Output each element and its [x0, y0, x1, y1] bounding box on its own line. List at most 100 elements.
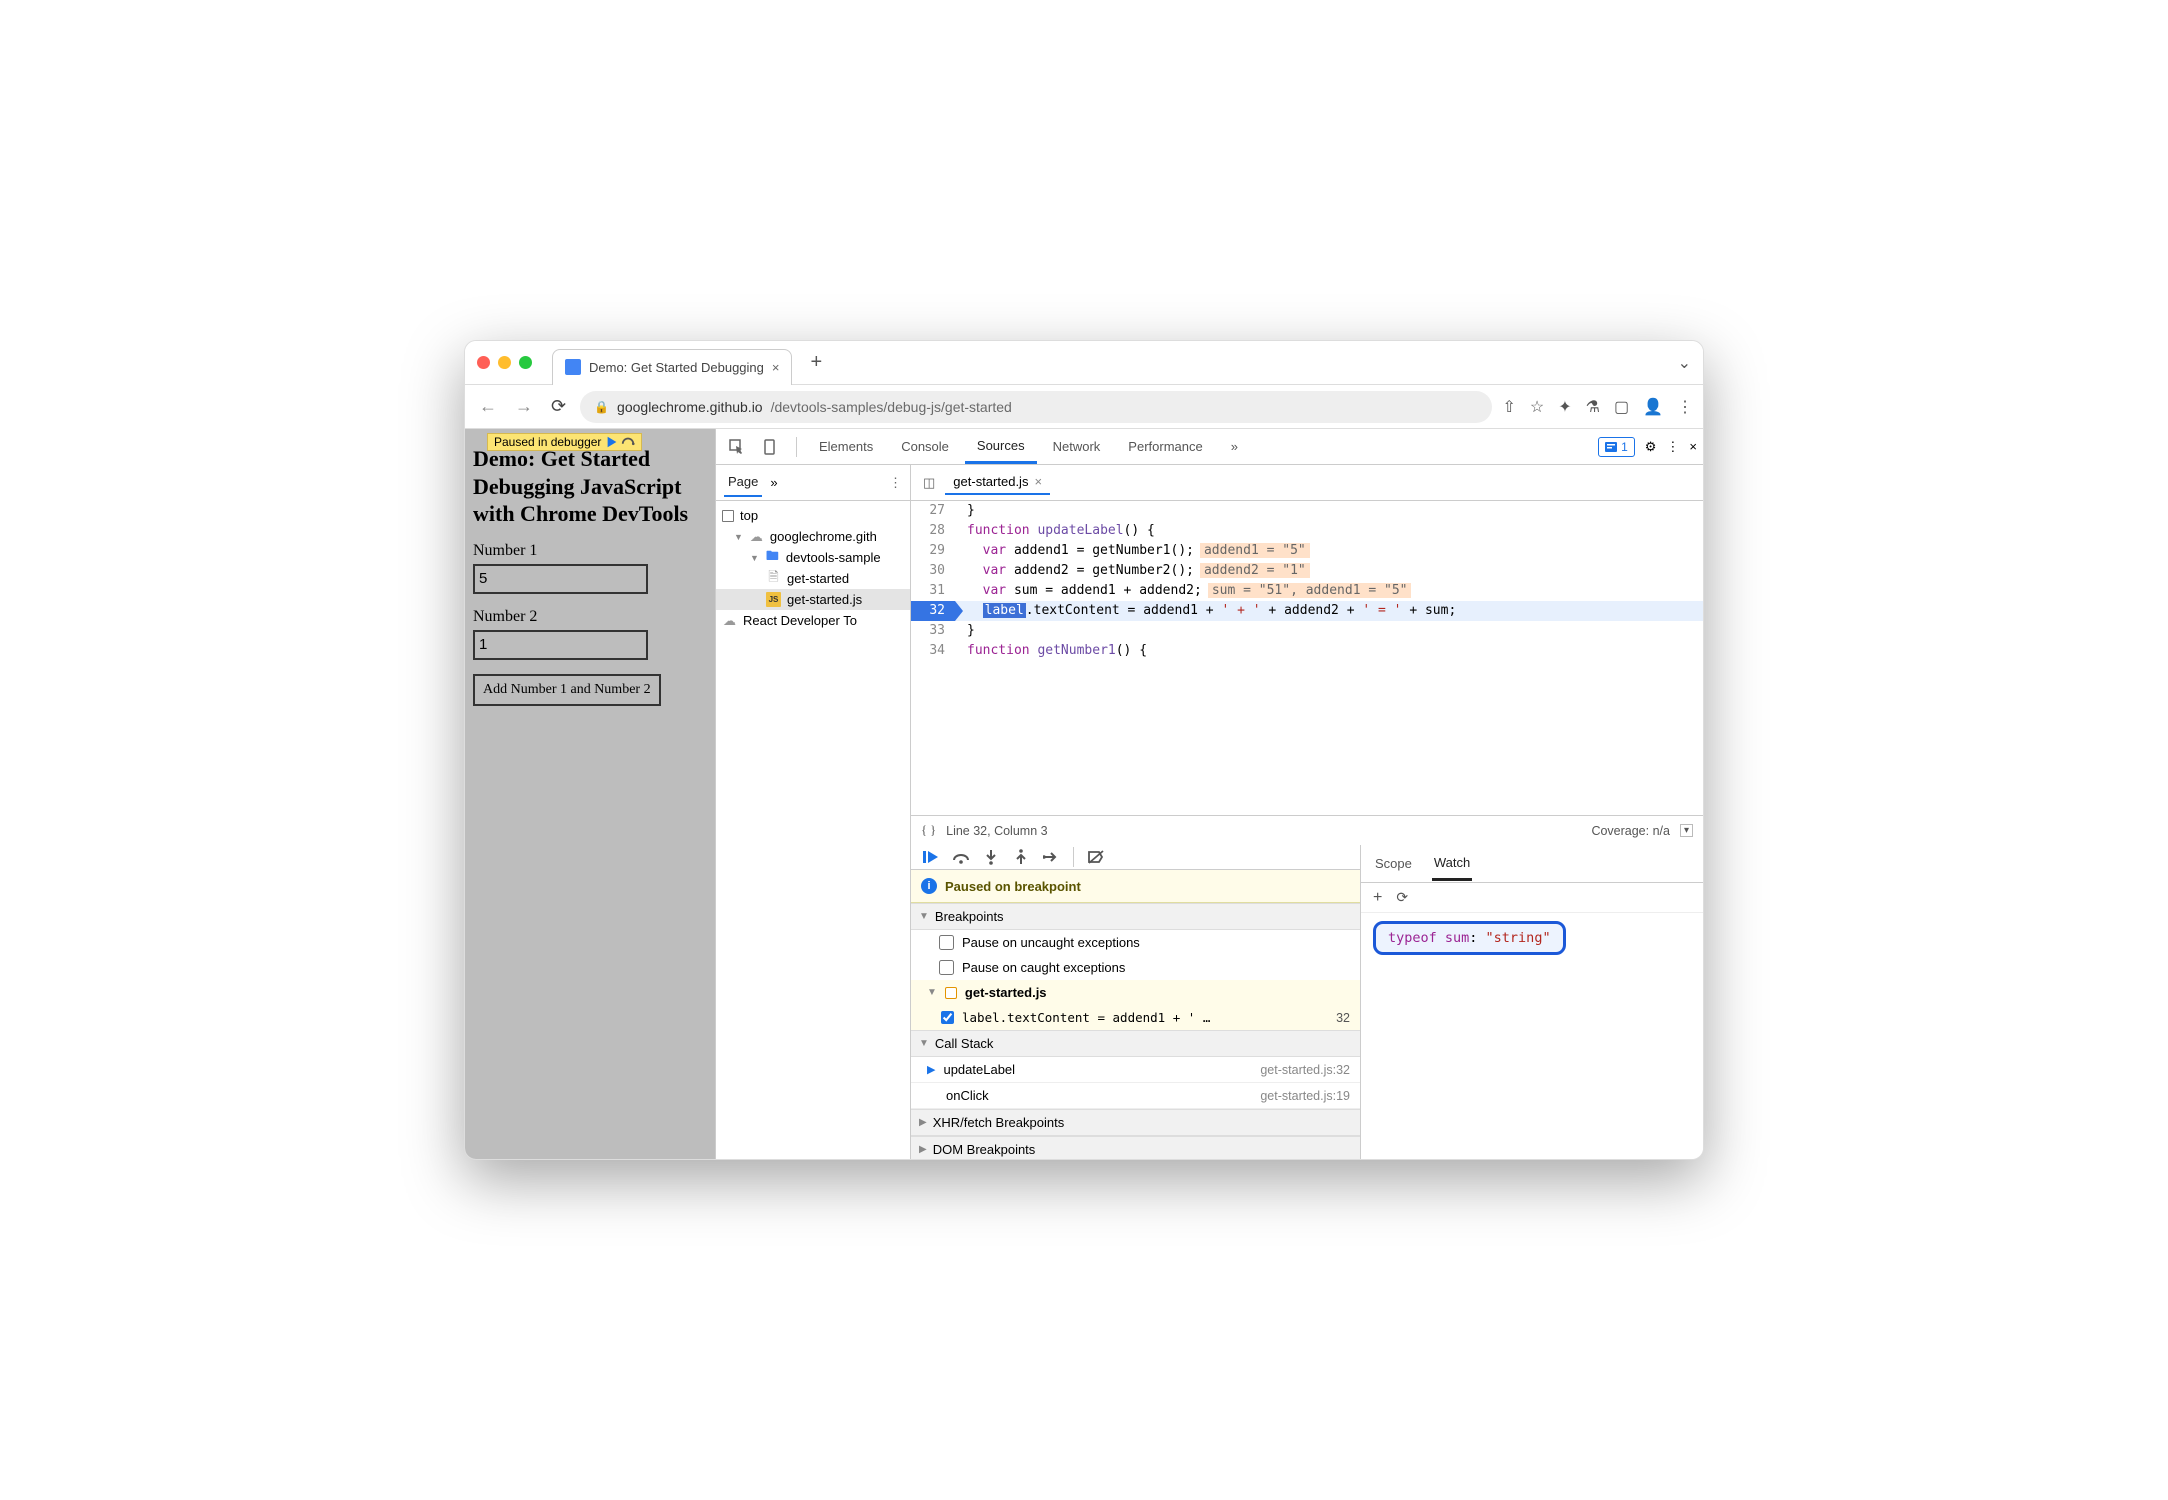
reload-button[interactable]: ⟳ — [547, 392, 570, 421]
watch-expressions: typeof sum: "string" — [1361, 913, 1703, 1159]
pretty-print-icon[interactable]: { } — [921, 823, 936, 838]
watch-pane: Scope Watch + ⟳ typeof sum: "string" — [1361, 845, 1703, 1159]
breakpoints-section[interactable]: ▼Breakpoints — [911, 903, 1360, 930]
callstack-frame-1[interactable]: onClickget-started.js:19 — [911, 1083, 1360, 1109]
dom-breakpoints-section[interactable]: ▶DOM Breakpoints — [911, 1136, 1360, 1159]
new-tab-button[interactable]: + — [800, 351, 832, 374]
watch-tab[interactable]: Watch — [1432, 847, 1472, 881]
twisty-icon: ▼ — [750, 553, 759, 563]
tree-folder[interactable]: ▼🖿devtools-sample — [716, 547, 910, 568]
minimize-window-icon[interactable] — [498, 356, 511, 369]
tree-file-html[interactable]: 🗎get-started — [716, 568, 910, 589]
kebab-menu-icon[interactable]: ⋮ — [1666, 439, 1679, 455]
info-icon: i — [921, 878, 937, 894]
browser-window: Demo: Get Started Debugging × + ⌄ ← → ⟳ … — [464, 340, 1704, 1160]
back-button[interactable]: ← — [475, 392, 501, 421]
url-host: googlechrome.github.io — [617, 399, 763, 415]
coverage-menu-icon[interactable]: ▾ — [1680, 824, 1693, 837]
number1-input[interactable] — [473, 564, 648, 594]
navigator-tab-page[interactable]: Page — [724, 468, 762, 497]
breakpoint-file[interactable]: ▼get-started.js — [911, 980, 1360, 1005]
inspect-icon[interactable] — [722, 432, 752, 462]
add-watch-icon[interactable]: + — [1373, 889, 1382, 907]
deactivate-breakpoints-button[interactable] — [1084, 845, 1108, 869]
number2-input[interactable] — [473, 630, 648, 660]
more-tabs-icon[interactable]: » — [1219, 431, 1250, 462]
forward-button[interactable]: → — [511, 392, 537, 421]
tab-sources[interactable]: Sources — [965, 430, 1037, 464]
close-window-icon[interactable] — [477, 356, 490, 369]
step-into-button[interactable] — [979, 845, 1003, 869]
callstack-section[interactable]: ▼Call Stack — [911, 1030, 1360, 1057]
debugger-pane: i Paused on breakpoint ▼Breakpoints Paus… — [911, 845, 1361, 1159]
editor-footer: { } Line 32, Column 3 Coverage: n/a ▾ — [911, 815, 1703, 845]
watch-expression[interactable]: typeof sum: "string" — [1373, 921, 1566, 955]
tab-console[interactable]: Console — [889, 431, 961, 462]
current-frame-icon: ▶ — [927, 1063, 935, 1076]
breakpoint-icon — [945, 987, 957, 999]
maximize-window-icon[interactable] — [519, 356, 532, 369]
share-icon[interactable]: ⇧ — [1502, 397, 1515, 417]
step-over-button[interactable] — [949, 845, 973, 869]
number2-label: Number 2 — [473, 608, 707, 626]
tabs-dropdown-icon[interactable]: ⌄ — [1678, 353, 1691, 373]
resume-icon[interactable] — [605, 435, 619, 449]
step-out-button[interactable] — [1009, 845, 1033, 869]
profile-icon[interactable]: 👤 — [1643, 397, 1663, 417]
url-input[interactable]: 🔒 googlechrome.github.io/devtools-sample… — [580, 391, 1492, 423]
folder-icon: 🖿 — [765, 550, 780, 565]
issues-badge[interactable]: 1 — [1598, 437, 1635, 457]
rendered-page: Paused in debugger Demo: Get Started Deb… — [465, 429, 715, 1159]
devtools-tabs: Elements Console Sources Network Perform… — [716, 429, 1703, 465]
tab-elements[interactable]: Elements — [807, 431, 885, 462]
device-icon[interactable] — [756, 432, 786, 462]
add-button[interactable]: Add Number 1 and Number 2 — [473, 674, 661, 706]
paused-badge-text: Paused in debugger — [494, 435, 601, 449]
editor-tab[interactable]: get-started.js × — [945, 470, 1050, 495]
breakpoint-line[interactable]: label.textContent = addend1 + ' …32 — [911, 1005, 1360, 1030]
labs-icon[interactable]: ⚗ — [1586, 397, 1600, 417]
toggle-navigator-icon[interactable]: ◫ — [917, 475, 941, 491]
tree-top[interactable]: top — [716, 505, 910, 526]
code-editor[interactable]: 27} 28function updateLabel() { 29 var ad… — [911, 501, 1703, 815]
cursor-position: Line 32, Column 3 — [946, 824, 1047, 838]
tab-network[interactable]: Network — [1041, 431, 1113, 462]
favicon-icon — [565, 359, 581, 375]
lock-icon: 🔒 — [594, 400, 609, 414]
menu-icon[interactable]: ⋮ — [1677, 397, 1693, 417]
close-devtools-icon[interactable]: × — [1689, 439, 1697, 454]
tab-performance[interactable]: Performance — [1116, 431, 1214, 462]
tree-host[interactable]: ▼☁googlechrome.gith — [716, 526, 910, 547]
resume-button[interactable] — [919, 845, 943, 869]
close-tab-icon[interactable]: × — [772, 360, 780, 375]
number1-label: Number 1 — [473, 542, 707, 560]
xhr-breakpoints-section[interactable]: ▶XHR/fetch Breakpoints — [911, 1109, 1360, 1136]
pause-uncaught-row[interactable]: Pause on uncaught exceptions — [911, 930, 1360, 955]
tree-file-js[interactable]: JSget-started.js — [716, 589, 910, 610]
callstack-frame-0[interactable]: ▶updateLabelget-started.js:32 — [911, 1057, 1360, 1083]
tree-extension[interactable]: ☁React Developer To — [716, 610, 910, 631]
bookmark-icon[interactable]: ☆ — [1530, 397, 1544, 417]
close-file-icon[interactable]: × — [1034, 474, 1042, 489]
breakpoint-checkbox[interactable] — [941, 1011, 954, 1024]
navigator-more-tabs-icon[interactable]: » — [770, 475, 777, 490]
browser-tab[interactable]: Demo: Get Started Debugging × — [552, 349, 792, 385]
cloud-icon: ☁ — [722, 613, 737, 628]
refresh-watch-icon[interactable]: ⟳ — [1396, 889, 1408, 906]
navigator-menu-icon[interactable]: ⋮ — [889, 475, 902, 491]
settings-icon[interactable]: ⚙ — [1645, 439, 1657, 455]
pause-caught-checkbox[interactable] — [939, 960, 954, 975]
twisty-icon: ▼ — [734, 532, 743, 542]
step-over-badge-icon[interactable] — [621, 435, 635, 449]
url-path: /devtools-samples/debug-js/get-started — [771, 399, 1012, 415]
frame-icon — [722, 510, 734, 522]
file-navigator: Page » ⋮ top ▼☁googlechrome.gith ▼🖿devto… — [716, 465, 911, 1159]
extensions-icon[interactable]: ✦ — [1558, 397, 1571, 417]
pause-caught-row[interactable]: Pause on caught exceptions — [911, 955, 1360, 980]
panel-icon[interactable]: ▢ — [1614, 397, 1629, 417]
step-button[interactable] — [1039, 845, 1063, 869]
watch-toolbar: + ⟳ — [1361, 883, 1703, 913]
scope-tab[interactable]: Scope — [1373, 848, 1414, 879]
pause-uncaught-checkbox[interactable] — [939, 935, 954, 950]
debugger-toolbar — [911, 845, 1360, 870]
